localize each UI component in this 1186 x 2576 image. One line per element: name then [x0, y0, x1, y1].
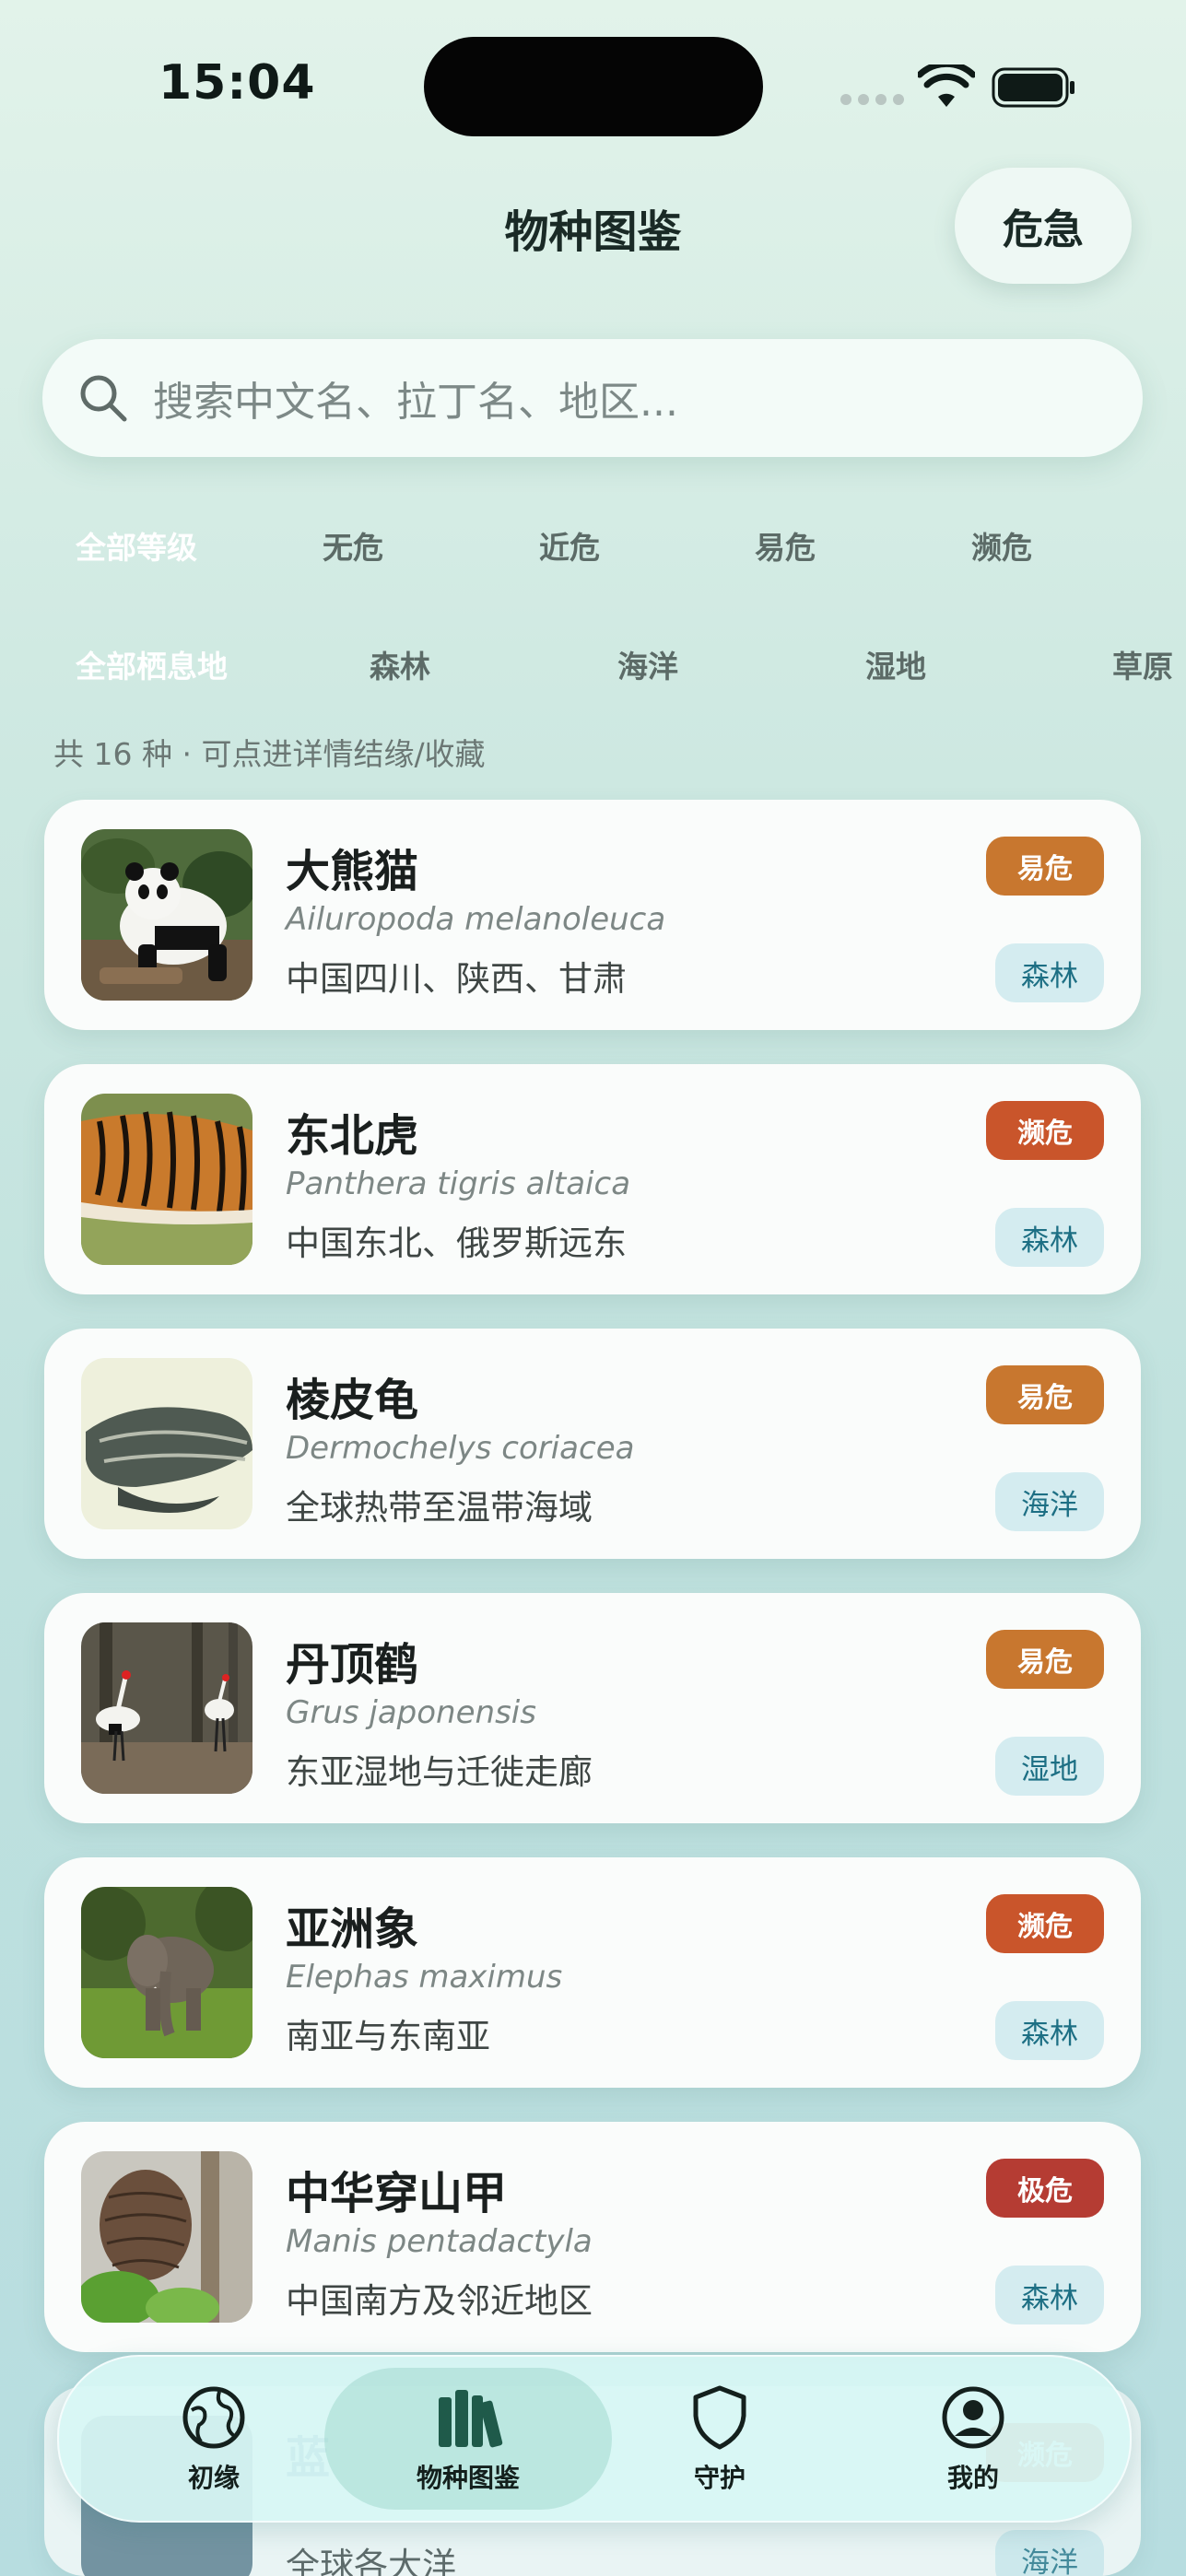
- status-badge: 易危: [986, 1630, 1104, 1689]
- status-badge: 濒危: [986, 1101, 1104, 1160]
- search-icon: [80, 375, 127, 422]
- species-photo: [81, 1358, 252, 1529]
- habitat-badge: 森林: [995, 1208, 1104, 1267]
- status-time: 15:04: [159, 55, 316, 111]
- species-latin-name: Elephas maximus: [286, 1959, 563, 1996]
- species-photo: [81, 829, 252, 1001]
- filter-habitat-forest[interactable]: 森林: [370, 642, 430, 686]
- species-region: 中国南方及邻近地区: [286, 2281, 593, 2321]
- filter-habitat-grassland[interactable]: 草原: [1112, 642, 1173, 686]
- shield-icon: [693, 2385, 746, 2450]
- species-card[interactable]: 棱皮龟 Dermochelys coriacea 全球热带至温带海域 易危 海洋: [44, 1329, 1141, 1559]
- species-latin-name: Ailuropoda melanoleuca: [286, 901, 666, 938]
- tab-label: 守护: [693, 2463, 746, 2493]
- species-name: 丹顶鹤: [286, 1639, 419, 1691]
- species-region: 南亚与东南亚: [286, 2017, 490, 2056]
- species-region: 东亚湿地与迁徙走廊: [286, 1752, 593, 1792]
- tab-label: 物种图鉴: [416, 2463, 520, 2493]
- habitat-badge: 海洋: [995, 1472, 1104, 1531]
- status-bar: 15:04: [0, 0, 1186, 175]
- species-latin-name: Grus japonensis: [286, 1694, 536, 1731]
- filter-level-nt[interactable]: 近危: [539, 523, 600, 568]
- search-bar[interactable]: 搜索中文名、拉丁名、地区...: [42, 339, 1143, 457]
- species-card[interactable]: 大熊猫 Ailuropoda melanoleuca 中国四川、陕西、甘肃 易危…: [44, 800, 1141, 1030]
- danger-button[interactable]: 危急: [955, 168, 1132, 284]
- battery-icon: [992, 67, 1074, 108]
- filter-level-vu[interactable]: 易危: [755, 523, 816, 568]
- species-name: 棱皮龟: [286, 1375, 419, 1426]
- species-region: 中国东北、俄罗斯远东: [286, 1224, 627, 1263]
- status-badge: 易危: [986, 837, 1104, 896]
- species-region: 中国四川、陕西、甘肃: [286, 959, 627, 999]
- globe-icon: [182, 2386, 245, 2449]
- tab-protect[interactable]: 守护: [605, 2357, 835, 2521]
- status-badge: 极危: [986, 2159, 1104, 2218]
- books-icon: [439, 2390, 503, 2448]
- tab-label: 我的: [946, 2463, 999, 2493]
- tab-profile[interactable]: 我的: [858, 2357, 1088, 2521]
- tab-encounter[interactable]: 初缘: [99, 2357, 329, 2521]
- habitat-badge: 森林: [995, 943, 1104, 1002]
- species-name: 东北虎: [286, 1110, 419, 1162]
- species-name: 亚洲象: [286, 1903, 419, 1955]
- cellular-signal-icon: [840, 94, 904, 105]
- species-card[interactable]: 中华穿山甲 Manis pentadactyla 中国南方及邻近地区 极危 森林: [44, 2122, 1141, 2352]
- search-input[interactable]: 搜索中文名、拉丁名、地区...: [153, 369, 678, 427]
- species-card[interactable]: 东北虎 Panthera tigris altaica 中国东北、俄罗斯远东 濒…: [44, 1064, 1141, 1294]
- filter-habitat-wetland[interactable]: 湿地: [865, 642, 926, 686]
- tab-label: 初缘: [187, 2463, 240, 2493]
- filter-habitat-all[interactable]: 全部栖息地: [76, 642, 228, 686]
- species-region: 全球各大洋: [286, 2546, 456, 2576]
- species-card[interactable]: 亚洲象 Elephas maximus 南亚与东南亚 濒危 森林: [44, 1857, 1141, 2088]
- filter-level-en[interactable]: 濒危: [971, 523, 1032, 568]
- status-badge: 易危: [986, 1365, 1104, 1424]
- habitat-badge: 森林: [995, 2266, 1104, 2324]
- filter-habitat-ocean[interactable]: 海洋: [617, 642, 678, 686]
- habitat-badge: 湿地: [995, 1737, 1104, 1796]
- dynamic-island: [424, 37, 763, 136]
- wifi-icon: [918, 64, 975, 107]
- species-photo: [81, 1887, 252, 2058]
- species-name: 中华穿山甲: [286, 2168, 508, 2219]
- species-region: 全球热带至温带海域: [286, 1488, 593, 1528]
- habitat-badge: 海洋: [995, 2530, 1104, 2576]
- species-photo: [81, 1622, 252, 1794]
- species-latin-name: Dermochelys coriacea: [286, 1430, 635, 1467]
- species-photo: [81, 1094, 252, 1265]
- tab-bar: 初缘 物种图鉴 守护 我的: [57, 2355, 1132, 2523]
- profile-icon: [942, 2386, 1004, 2449]
- species-latin-name: Manis pentadactyla: [286, 2223, 593, 2260]
- tab-species-guide[interactable]: 物种图鉴: [324, 2368, 612, 2510]
- species-photo: [81, 2151, 252, 2323]
- result-summary: 共 16 种 · 可点进详情结缘/收藏: [53, 736, 486, 772]
- species-latin-name: Panthera tigris altaica: [286, 1165, 631, 1202]
- filter-level-all[interactable]: 全部等级: [76, 523, 197, 568]
- filter-level-lc[interactable]: 无危: [323, 523, 383, 568]
- habitat-badge: 森林: [995, 2001, 1104, 2060]
- species-name: 大熊猫: [286, 846, 419, 897]
- status-badge: 濒危: [986, 1894, 1104, 1953]
- species-card[interactable]: 丹顶鹤 Grus japonensis 东亚湿地与迁徙走廊 易危 湿地: [44, 1593, 1141, 1823]
